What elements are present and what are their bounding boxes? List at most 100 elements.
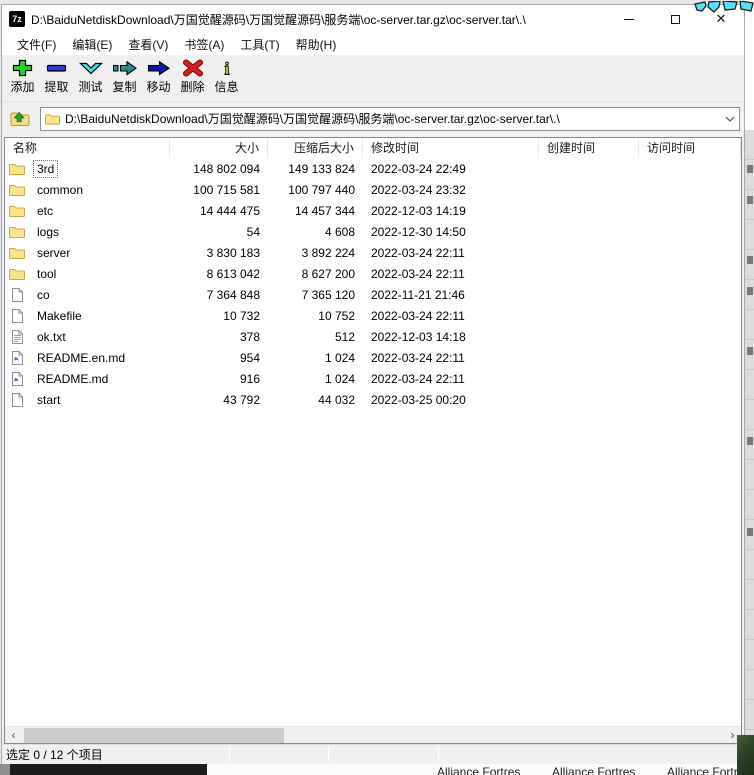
menu-item[interactable]: 查看(V) — [120, 33, 176, 56]
file-name-cell[interactable]: ok.txt — [5, 328, 170, 346]
menu-bar: 文件(F)编辑(E)查看(V)书签(A)工具(T)帮助(H) — [2, 33, 744, 56]
file-name-cell[interactable]: README.en.md — [5, 349, 170, 367]
address-combobox[interactable]: D:\BaiduNetdiskDownload\万国觉醒源码\万国觉醒源码\服务… — [40, 107, 740, 131]
folder-icon — [9, 225, 29, 238]
file-modified-cell: 2022-03-24 22:11 — [363, 372, 539, 386]
chevron-down-icon — [725, 116, 735, 122]
toolbar-button-add-plus[interactable]: 添加 — [6, 59, 39, 95]
menu-item[interactable]: 帮助(H) — [288, 33, 345, 56]
file-modified-cell: 2022-03-24 22:11 — [363, 351, 539, 365]
file-name-label: Makefile — [33, 307, 86, 325]
menu-item[interactable]: 文件(F) — [9, 33, 64, 56]
maximize-icon — [671, 15, 680, 24]
toolbar-button-test-chevron[interactable]: 测试 — [74, 59, 107, 95]
menu-item[interactable]: 编辑(E) — [64, 33, 120, 56]
file-name-cell[interactable]: tool — [5, 265, 170, 283]
background-text-fragment — [747, 165, 753, 173]
extract-minus-icon — [43, 59, 71, 77]
file-row[interactable]: README.md9161 0242022-03-24 22:11 — [5, 368, 741, 389]
background-label: Alliance Fortres — [437, 765, 520, 775]
toolbar-button-label: 提取 — [44, 78, 68, 95]
toolbar-button-delete-x[interactable]: 删除 — [176, 59, 209, 95]
address-dropdown-button[interactable] — [721, 108, 739, 130]
file-size-cell: 10 732 — [170, 309, 268, 323]
file-name-cell[interactable]: 3rd — [5, 160, 170, 178]
file-row[interactable]: tool8 613 0428 627 2002022-03-24 22:11 — [5, 263, 741, 284]
file-size-cell: 100 715 581 — [170, 183, 268, 197]
maximize-button[interactable] — [652, 5, 698, 33]
file-name-label: 3rd — [33, 160, 58, 178]
file-name-label: README.md — [33, 370, 112, 388]
file-name-cell[interactable]: README.md — [5, 370, 170, 388]
selection-status: 选定 0 / 12 个项目 — [6, 746, 103, 763]
background-text-fragment — [747, 528, 753, 536]
file-modified-cell: 2022-03-24 22:11 — [363, 246, 539, 260]
background-dark-panel — [10, 764, 207, 775]
file-row[interactable]: logs544 6082022-12-30 14:50 — [5, 221, 741, 242]
background-list-rows — [744, 130, 754, 735]
menu-item[interactable]: 书签(A) — [176, 33, 232, 56]
file-row[interactable]: ok.txt3785122022-12-03 14:18 — [5, 326, 741, 347]
file-name-cell[interactable]: Makefile — [5, 307, 170, 325]
window-title: D:\BaiduNetdiskDownload\万国觉醒源码\万国觉醒源码\服务… — [31, 11, 606, 28]
move-arrow-icon — [145, 59, 173, 77]
file-row[interactable]: server3 830 1833 892 2242022-03-24 22:11 — [5, 242, 741, 263]
file-modified-cell: 2022-03-24 22:11 — [363, 267, 539, 281]
md-file-icon — [9, 372, 29, 386]
column-header[interactable]: 大小 — [170, 138, 268, 158]
file-name-cell[interactable]: etc — [5, 202, 170, 220]
file-modified-cell: 2022-11-21 21:46 — [363, 288, 539, 302]
column-header[interactable]: 名称 — [5, 138, 170, 158]
file-row[interactable]: 3rd148 802 094149 133 8242022-03-24 22:4… — [5, 158, 741, 179]
background-label: Alliance Fortre — [667, 765, 744, 775]
background-label: Alliance Fortres — [552, 765, 635, 775]
file-size-cell: 954 — [170, 351, 268, 365]
file-name-cell[interactable]: co — [5, 286, 170, 304]
file-size-cell: 3 830 183 — [170, 246, 268, 260]
toolbar-button-info-i[interactable]: i信息 — [210, 59, 243, 95]
file-name-cell[interactable]: logs — [5, 223, 170, 241]
folder-icon — [9, 162, 29, 175]
menu-item[interactable]: 工具(T) — [232, 33, 287, 56]
file-name-cell[interactable]: server — [5, 244, 170, 262]
column-header[interactable]: 访问时间 — [639, 138, 741, 158]
toolbar-button-move-arrow[interactable]: 移动 — [142, 59, 175, 95]
column-header[interactable]: 修改时间 — [363, 138, 539, 158]
folder-icon — [9, 267, 29, 280]
scroll-left-button[interactable]: ‹ — [5, 727, 22, 744]
file-size-cell: 14 444 475 — [170, 204, 268, 218]
toolbar-button-extract-minus[interactable]: 提取 — [40, 59, 73, 95]
file-row[interactable]: Makefile10 73210 7522022-03-24 22:11 — [5, 305, 741, 326]
toolbar: 添加提取测试复制移动删除i信息 — [2, 56, 744, 102]
file-modified-cell: 2022-03-24 22:49 — [363, 162, 539, 176]
folder-icon — [45, 112, 60, 125]
background-graffiti-icon — [693, 0, 754, 18]
file-name-cell[interactable]: start — [5, 391, 170, 409]
background-text-fragment — [747, 256, 753, 264]
file-row[interactable]: start43 79244 0322022-03-25 00:20 — [5, 389, 741, 410]
column-header[interactable]: 创建时间 — [539, 138, 639, 158]
file-name-label: logs — [33, 223, 63, 241]
file-row[interactable]: etc14 444 47514 457 3442022-12-03 14:19 — [5, 200, 741, 221]
background-text-fragment — [747, 347, 753, 355]
toolbar-button-label: 添加 — [10, 78, 34, 95]
scrollbar-thumb[interactable] — [24, 728, 284, 743]
file-row[interactable]: co7 364 8487 365 1202022-11-21 21:46 — [5, 284, 741, 305]
file-row[interactable]: common100 715 581100 797 4402022-03-24 2… — [5, 179, 741, 200]
column-header[interactable]: 压缩后大小 — [268, 138, 363, 158]
file-packed-cell: 3 892 224 — [268, 246, 363, 260]
copy-arrow-icon — [111, 59, 139, 77]
7zip-app-icon: 7z — [9, 11, 25, 27]
parent-folder-button[interactable] — [6, 107, 34, 131]
horizontal-scrollbar[interactable]: ‹ › — [5, 726, 741, 743]
toolbar-button-copy-arrow[interactable]: 复制 — [108, 59, 141, 95]
folder-icon — [9, 204, 29, 217]
minimize-button[interactable] — [606, 5, 652, 33]
titlebar[interactable]: 7z D:\BaiduNetdiskDownload\万国觉醒源码\万国觉醒源码… — [2, 5, 744, 33]
address-path[interactable]: D:\BaiduNetdiskDownload\万国觉醒源码\万国觉醒源码\服务… — [65, 110, 721, 127]
file-row[interactable]: README.en.md9541 0242022-03-24 22:11 — [5, 347, 741, 368]
background-image-fragment — [737, 735, 754, 775]
file-modified-cell: 2022-03-24 22:11 — [363, 309, 539, 323]
file-icon — [9, 393, 29, 407]
file-name-cell[interactable]: common — [5, 181, 170, 199]
